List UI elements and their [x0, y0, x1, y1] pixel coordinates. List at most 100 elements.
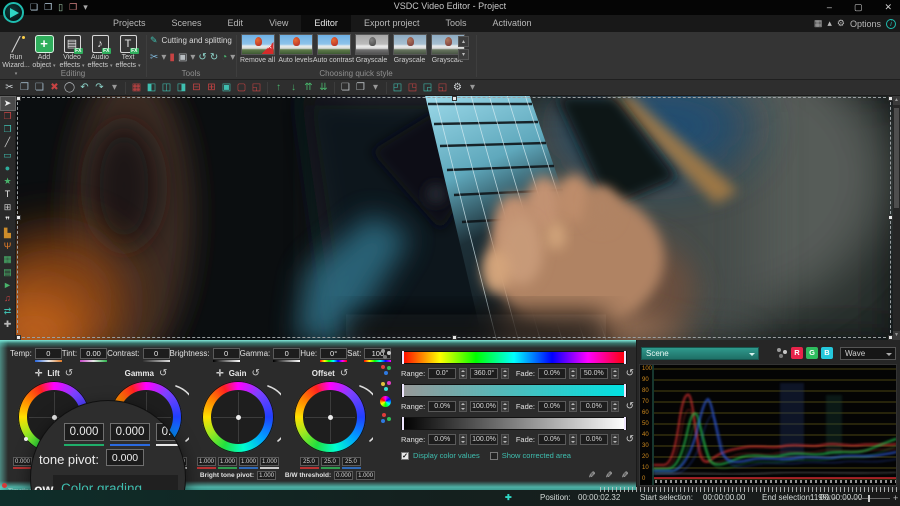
collapse-ribbon-icon[interactable]: ▴ [827, 18, 832, 29]
image-tool-icon[interactable]: ▦ [1, 253, 15, 266]
spinner-control[interactable] [610, 401, 619, 412]
nodes-icon[interactable] [776, 347, 788, 359]
spinner-control[interactable] [459, 368, 467, 379]
spin-down-icon[interactable] [570, 441, 575, 443]
move-bottom-icon[interactable]: ⇊ [316, 81, 331, 95]
channel-b-button[interactable]: B [821, 347, 833, 359]
saturation-range-value[interactable]: 0.0% [428, 401, 457, 412]
lightness-fade-value[interactable]: 0.0% [538, 434, 567, 445]
param-hue-value[interactable]: 0° [320, 348, 348, 359]
crosshair-icon[interactable]: ✛ [216, 368, 224, 379]
menu-projects[interactable]: Projects [100, 15, 159, 32]
minimize-button[interactable]: – [823, 0, 836, 14]
lift-reset-icon[interactable]: ↺ [65, 368, 73, 379]
offset-color-wheel[interactable] [294, 381, 373, 453]
scene-object-icon[interactable]: ❒ [1, 110, 15, 123]
gain-channel-value[interactable]: 1.000 [260, 457, 279, 466]
offset-channel-value[interactable]: 25.0 [299, 457, 319, 466]
lightness-gradient-bar[interactable] [401, 417, 627, 430]
spin-up-icon[interactable] [502, 436, 507, 438]
param-gamma-value[interactable]: 0 [273, 348, 301, 359]
hue-range-value[interactable]: 0.0° [428, 368, 457, 379]
hsl-mode-icon[interactable] [380, 412, 392, 424]
scrollbar-thumb[interactable] [894, 108, 899, 208]
offset-wheel-handle[interactable] [327, 414, 333, 420]
toolbar-settings-menu-icon[interactable]: ▾ [465, 81, 480, 95]
gamma-reset-icon[interactable]: ↺ [159, 368, 167, 379]
sprite-loop-tool-icon[interactable]: ⇄ [1, 305, 15, 318]
move-up-icon[interactable]: ↑ [271, 81, 286, 95]
align-center-icon[interactable]: ◫ [159, 81, 174, 95]
bring-forward-icon[interactable]: ◲ [420, 81, 435, 95]
loupe-value-box[interactable]: 0.000 [156, 423, 185, 441]
spinner-control[interactable] [459, 434, 467, 445]
redo-menu-icon[interactable]: ▾ [107, 81, 122, 95]
split-icon[interactable]: ✂ [150, 52, 158, 63]
same-size-icon[interactable]: ▣ [219, 81, 234, 95]
menu-export-project[interactable]: Export project [351, 15, 433, 32]
spin-up-icon[interactable] [570, 436, 575, 438]
menu-tools[interactable]: Tools [432, 15, 479, 32]
copy-icon[interactable]: ❐ [17, 81, 32, 95]
spin-up-icon[interactable] [502, 370, 507, 372]
spin-up-icon[interactable] [461, 436, 466, 438]
color-wheel-mode-icon[interactable] [380, 396, 392, 408]
rectangle-tool-icon[interactable]: ▭ [1, 149, 15, 162]
offset-channel-value[interactable]: 25.0 [320, 457, 340, 466]
paste-icon[interactable]: ❏ [32, 81, 47, 95]
distribute-vertical-icon[interactable]: ⊞ [204, 81, 219, 95]
ellipse-tool-icon[interactable]: ● [1, 162, 15, 175]
cut-icon[interactable]: ✂ [2, 81, 17, 95]
scope-source-dropdown[interactable]: Scene [641, 346, 759, 360]
saturation-range-value[interactable]: 100.0% [470, 401, 499, 412]
channel-g-button[interactable]: G [806, 347, 818, 359]
counter-tool-icon[interactable]: ⊞ [1, 201, 15, 214]
spinner-control[interactable] [501, 401, 509, 412]
spinner-control[interactable] [459, 401, 467, 412]
tooltip-tool-icon[interactable]: ❞ [1, 214, 15, 227]
menu-activation[interactable]: Activation [479, 15, 544, 32]
gain-pivot-value[interactable]: 1.000 [257, 471, 277, 480]
scope-mode-dropdown[interactable]: Wave [840, 346, 896, 360]
maximize-button[interactable]: ▢ [850, 0, 867, 14]
menu-edit[interactable]: Edit [215, 15, 257, 32]
select-cursor-icon[interactable]: ➤ [0, 96, 16, 111]
group-icon[interactable]: ❏ [338, 81, 353, 95]
gain-wheel-handle[interactable] [235, 414, 241, 420]
spin-up-icon[interactable] [461, 370, 466, 372]
param-tint-value[interactable]: 0.00 [80, 348, 108, 359]
spin-down-icon[interactable] [461, 375, 466, 377]
move-top-icon[interactable]: ⇈ [301, 81, 316, 95]
menu-editor[interactable]: Editor [301, 15, 351, 32]
spinner-control[interactable] [610, 368, 619, 379]
selection-handle[interactable] [452, 96, 457, 101]
spin-up-icon[interactable] [461, 403, 466, 405]
pick-color-icon[interactable]: ✎ [586, 471, 597, 479]
group-menu-icon[interactable]: ▾ [368, 81, 383, 95]
quick-style-grayscale-3[interactable]: Grayscale [354, 34, 389, 64]
spin-down-icon[interactable] [502, 408, 507, 410]
ellipse-select-icon[interactable]: ◯ [62, 81, 77, 95]
rotate-cw-icon[interactable]: ↻ [210, 52, 218, 63]
video-preview[interactable] [16, 96, 893, 340]
hue-gradient-bar[interactable] [401, 351, 627, 364]
checkbox-icon[interactable]: ✓ [401, 451, 409, 460]
animation-tool-icon[interactable]: Ψ [1, 240, 15, 253]
checkbox-show-corrected-area[interactable]: Show corrected area [489, 451, 571, 460]
hue-fade-value[interactable]: 50.0% [579, 368, 608, 379]
offset-reset-icon[interactable]: ↺ [340, 368, 348, 379]
param-contrast-value[interactable]: 0 [142, 348, 170, 359]
quick-style-remove-all-0[interactable]: ✕ Remove all [240, 34, 275, 64]
delete-icon[interactable]: ✖ [47, 81, 62, 95]
loupe-value-box[interactable]: 0.000 [64, 423, 104, 441]
menu-view[interactable]: View [256, 15, 301, 32]
scroll-up-icon[interactable]: ▲ [893, 96, 900, 105]
offset-channel-value[interactable]: 25.0 [341, 457, 361, 466]
cutting-splitting-row[interactable]: ✎ Cutting and splitting [150, 35, 232, 46]
yuv-mode-icon[interactable] [380, 380, 392, 392]
channel-r-button[interactable]: R [791, 347, 803, 359]
audio-tool-icon[interactable]: ♫ [1, 292, 15, 305]
tone-pivot-value-box[interactable]: 0.000 [106, 449, 144, 466]
align-right-icon[interactable]: ◨ [174, 81, 189, 95]
spin-up-icon[interactable] [612, 436, 617, 438]
